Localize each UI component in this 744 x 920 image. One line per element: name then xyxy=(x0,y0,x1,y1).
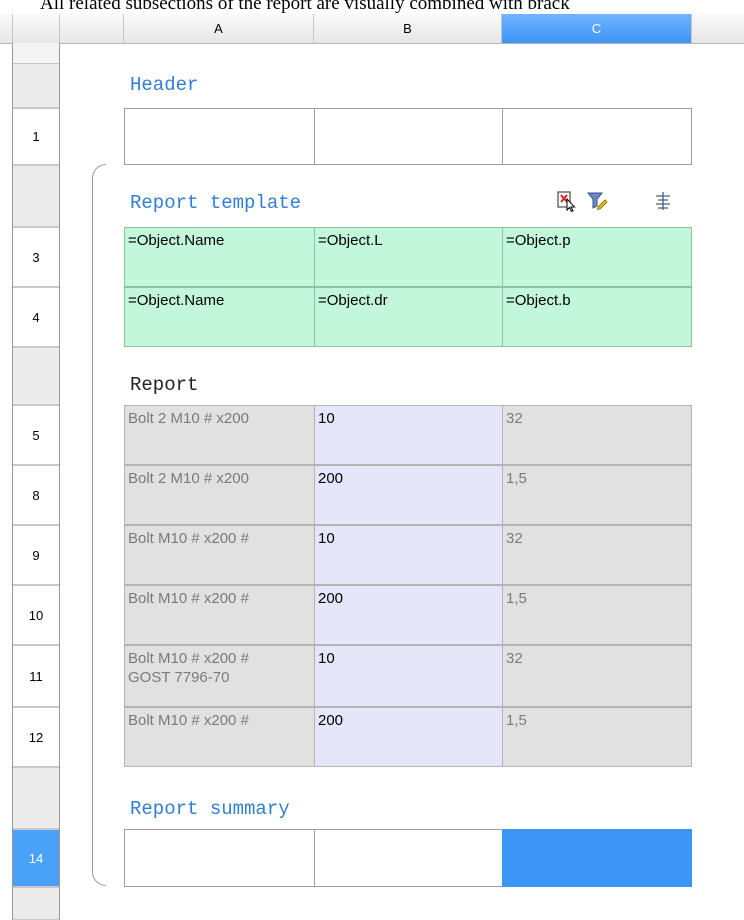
row-header-spacer xyxy=(13,347,59,405)
row-header-5[interactable]: 5 xyxy=(13,405,59,465)
row-header-spacer xyxy=(13,887,59,920)
header-cell-b[interactable] xyxy=(314,108,503,165)
section-title-header: Header xyxy=(130,74,199,96)
template-cell[interactable]: =Object.Name xyxy=(124,287,315,347)
select-all-corner[interactable] xyxy=(12,14,60,43)
report-cell-value[interactable]: 10 xyxy=(314,405,503,465)
column-header-a[interactable]: A xyxy=(124,14,314,43)
row-header-spacer xyxy=(13,767,59,829)
row-header-14[interactable]: 14 xyxy=(13,829,59,887)
header-cell-c[interactable] xyxy=(502,108,692,165)
summary-cell-a[interactable] xyxy=(124,829,315,887)
align-settings-icon[interactable] xyxy=(654,190,676,212)
row-header-11[interactable]: 11 xyxy=(13,645,59,707)
filter-edit-icon[interactable] xyxy=(586,190,608,212)
report-cell-name[interactable]: Bolt M10 # x200 # GOST 7796-70 xyxy=(124,645,315,707)
report-cell-param[interactable]: 1,5 xyxy=(502,585,692,645)
template-cell[interactable]: =Object.L xyxy=(314,227,503,287)
template-cell[interactable]: =Object.dr xyxy=(314,287,503,347)
column-header-gutter xyxy=(60,14,124,43)
summary-cell-c-selected[interactable] xyxy=(502,829,692,887)
column-header-b[interactable]: B xyxy=(314,14,502,43)
template-cell[interactable]: =Object.b xyxy=(502,287,692,347)
report-cell-name[interactable]: Bolt 2 M10 # x200 xyxy=(124,405,315,465)
row-header-1[interactable]: 1 xyxy=(13,108,59,165)
report-cell-param[interactable]: 32 xyxy=(502,405,692,465)
report-cell-param[interactable]: 32 xyxy=(502,525,692,585)
row-header-3[interactable]: 3 xyxy=(13,227,59,287)
report-cell-value[interactable]: 200 xyxy=(314,465,503,525)
row-header-spacer xyxy=(13,165,59,227)
row-header-4[interactable]: 4 xyxy=(13,287,59,347)
report-cell-param[interactable]: 1,5 xyxy=(502,707,692,767)
row-header-12[interactable]: 12 xyxy=(13,707,59,767)
section-group-bracket xyxy=(92,164,106,886)
report-cell-param[interactable]: 1,5 xyxy=(502,465,692,525)
report-cell-value[interactable]: 200 xyxy=(314,707,503,767)
column-header-c[interactable]: C xyxy=(502,14,692,43)
figure-caption: All related subsections of the report ar… xyxy=(40,0,570,14)
report-cell-value[interactable]: 10 xyxy=(314,525,503,585)
row-header-8[interactable]: 8 xyxy=(13,465,59,525)
report-cell-name[interactable]: Bolt 2 M10 # x200 xyxy=(124,465,315,525)
template-cell[interactable]: =Object.Name xyxy=(124,227,315,287)
row-header-10[interactable]: 10 xyxy=(13,585,59,645)
report-cell-value[interactable]: 200 xyxy=(314,585,503,645)
row-header-9[interactable]: 9 xyxy=(13,525,59,585)
header-cell-a[interactable] xyxy=(124,108,315,165)
row-header-spacer xyxy=(13,63,59,108)
section-title-report: Report xyxy=(130,374,199,396)
report-cell-name[interactable]: Bolt M10 # x200 # xyxy=(124,585,315,645)
report-cell-name[interactable]: Bolt M10 # x200 # xyxy=(124,525,315,585)
summary-cell-b[interactable] xyxy=(314,829,503,887)
template-cell[interactable]: =Object.p xyxy=(502,227,692,287)
delete-section-icon[interactable] xyxy=(556,190,578,213)
report-cell-param[interactable]: 32 xyxy=(502,645,692,707)
report-cell-name[interactable]: Bolt M10 # x200 # xyxy=(124,707,315,767)
report-cell-value[interactable]: 10 xyxy=(314,645,503,707)
section-title-template: Report template xyxy=(130,192,302,214)
section-title-summary: Report summary xyxy=(130,798,290,820)
